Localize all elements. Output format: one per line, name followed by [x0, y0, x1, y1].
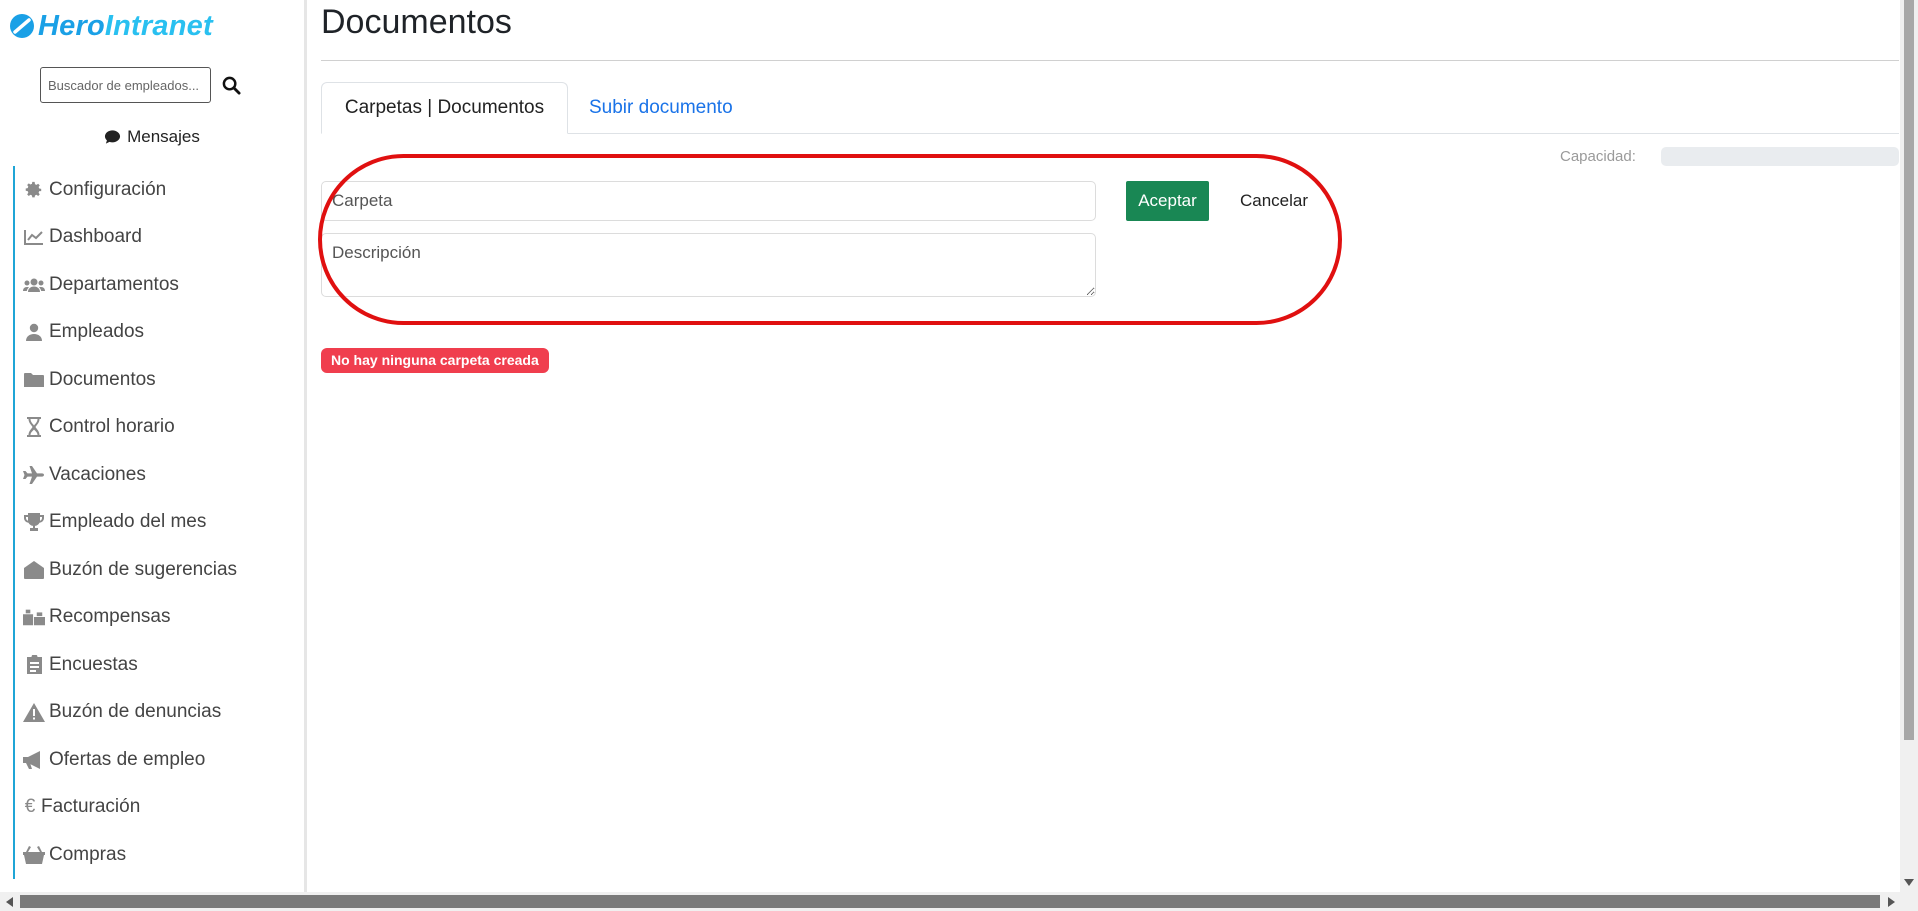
- sidebar-item-facturacion[interactable]: € Facturación: [15, 784, 303, 832]
- sidebar-item-label: Ofertas de empleo: [49, 748, 206, 770]
- brand-name-intranet: Intranet: [104, 9, 213, 42]
- description-textarea[interactable]: [321, 233, 1096, 297]
- tab-bar: Carpetas | Documentos Subir documento: [321, 82, 1899, 134]
- sidebar-item-compras[interactable]: Compras: [15, 831, 303, 879]
- sidebar-item-configuracion[interactable]: Configuración: [15, 166, 303, 214]
- accept-button[interactable]: Aceptar: [1126, 181, 1209, 221]
- logo-icon: [10, 14, 34, 38]
- tab-carpetas-documentos[interactable]: Carpetas | Documentos: [321, 82, 568, 134]
- sidebar-item-recompensas[interactable]: Recompensas: [15, 594, 303, 642]
- sidebar-item-label: Empleado del mes: [49, 511, 207, 533]
- sidebar-item-label: Buzón de denuncias: [49, 701, 222, 723]
- folder-name-input[interactable]: [321, 181, 1096, 221]
- sidebar-item-label: Documentos: [49, 368, 156, 390]
- search-icon[interactable]: [220, 74, 242, 96]
- cancel-button[interactable]: Cancelar: [1226, 181, 1322, 221]
- sidebar-item-empleado-del-mes[interactable]: Empleado del mes: [15, 499, 303, 547]
- empty-folders-badge: No hay ninguna carpeta creada: [321, 348, 549, 373]
- sidebar-item-label: Recompensas: [49, 606, 171, 628]
- messages-label: Mensajes: [127, 127, 200, 146]
- sidebar-item-control-horario[interactable]: Control horario: [15, 404, 303, 452]
- sidebar-item-label: Buzón de sugerencias: [49, 558, 238, 580]
- euro-icon: €: [24, 796, 36, 818]
- sidebar-item-label: Vacaciones: [49, 463, 146, 485]
- warning-icon: [23, 701, 45, 723]
- hourglass-icon: [23, 416, 45, 438]
- sidebar-item-label: Compras: [49, 843, 127, 865]
- brand-logo[interactable]: Hero Intranet: [8, 10, 213, 42]
- user-icon: [23, 321, 45, 343]
- scroll-right-arrow-icon[interactable]: [1882, 892, 1900, 911]
- sidebar-item-label: Control horario: [49, 416, 175, 438]
- megaphone-icon: [23, 749, 45, 771]
- sidebar-item-label: Dashboard: [49, 226, 142, 248]
- scroll-left-arrow-icon[interactable]: [0, 892, 18, 911]
- brand-name-hero: Hero: [38, 9, 105, 42]
- gear-icon: [23, 179, 45, 201]
- employee-search-input[interactable]: [40, 67, 211, 103]
- horizontal-scrollbar-thumb[interactable]: [20, 895, 1880, 908]
- sidebar-item-vacaciones[interactable]: Vacaciones: [15, 451, 303, 499]
- sidebar-item-ofertas-empleo[interactable]: Ofertas de empleo: [15, 736, 303, 784]
- gifts-icon: [23, 606, 45, 628]
- sidebar-item-buzon-denuncias[interactable]: Buzón de denuncias: [15, 689, 303, 737]
- plane-icon: [23, 464, 45, 486]
- tab-subir-documento[interactable]: Subir documento: [589, 82, 733, 133]
- capacity-label: Capacidad:: [1560, 148, 1636, 165]
- sidebar: HeroIntranet Mensajes Configuración Dash…: [0, 0, 307, 892]
- scroll-down-arrow-icon[interactable]: [1900, 874, 1918, 892]
- sidebar-item-departamentos[interactable]: Departamentos: [15, 261, 303, 309]
- vertical-scrollbar-thumb[interactable]: [1904, 0, 1914, 740]
- chart-line-icon: [23, 226, 45, 248]
- clipboard-list-icon: [23, 654, 45, 676]
- horizontal-scrollbar[interactable]: [0, 892, 1918, 911]
- sidebar-item-label: Facturación: [41, 796, 141, 818]
- sidebar-nav: Configuración Dashboard Departamentos Em…: [13, 166, 303, 879]
- folder-icon: [23, 369, 45, 391]
- sidebar-item-label: Configuración: [49, 178, 167, 200]
- trophy-icon: [23, 511, 45, 533]
- sidebar-item-label: Encuestas: [49, 653, 138, 675]
- comment-icon: [105, 130, 121, 144]
- title-divider: [321, 60, 1899, 61]
- sidebar-item-encuestas[interactable]: Encuestas: [15, 641, 303, 689]
- sidebar-item-label: Departamentos: [49, 273, 179, 295]
- basket-icon: [23, 844, 45, 866]
- messages-link[interactable]: Mensajes: [0, 124, 304, 150]
- vertical-scrollbar[interactable]: [1900, 0, 1918, 892]
- sidebar-item-label: Empleados: [49, 321, 145, 343]
- sidebar-item-documentos[interactable]: Documentos: [15, 356, 303, 404]
- sidebar-item-dashboard[interactable]: Dashboard: [15, 214, 303, 262]
- envelope-open-icon: [23, 559, 45, 581]
- page-title: Documentos: [321, 3, 512, 41]
- capacity-progress-bar: [1661, 147, 1899, 166]
- users-icon: [23, 274, 45, 296]
- sidebar-item-buzon-sugerencias[interactable]: Buzón de sugerencias: [15, 546, 303, 594]
- sidebar-item-empleados[interactable]: Empleados: [15, 309, 303, 357]
